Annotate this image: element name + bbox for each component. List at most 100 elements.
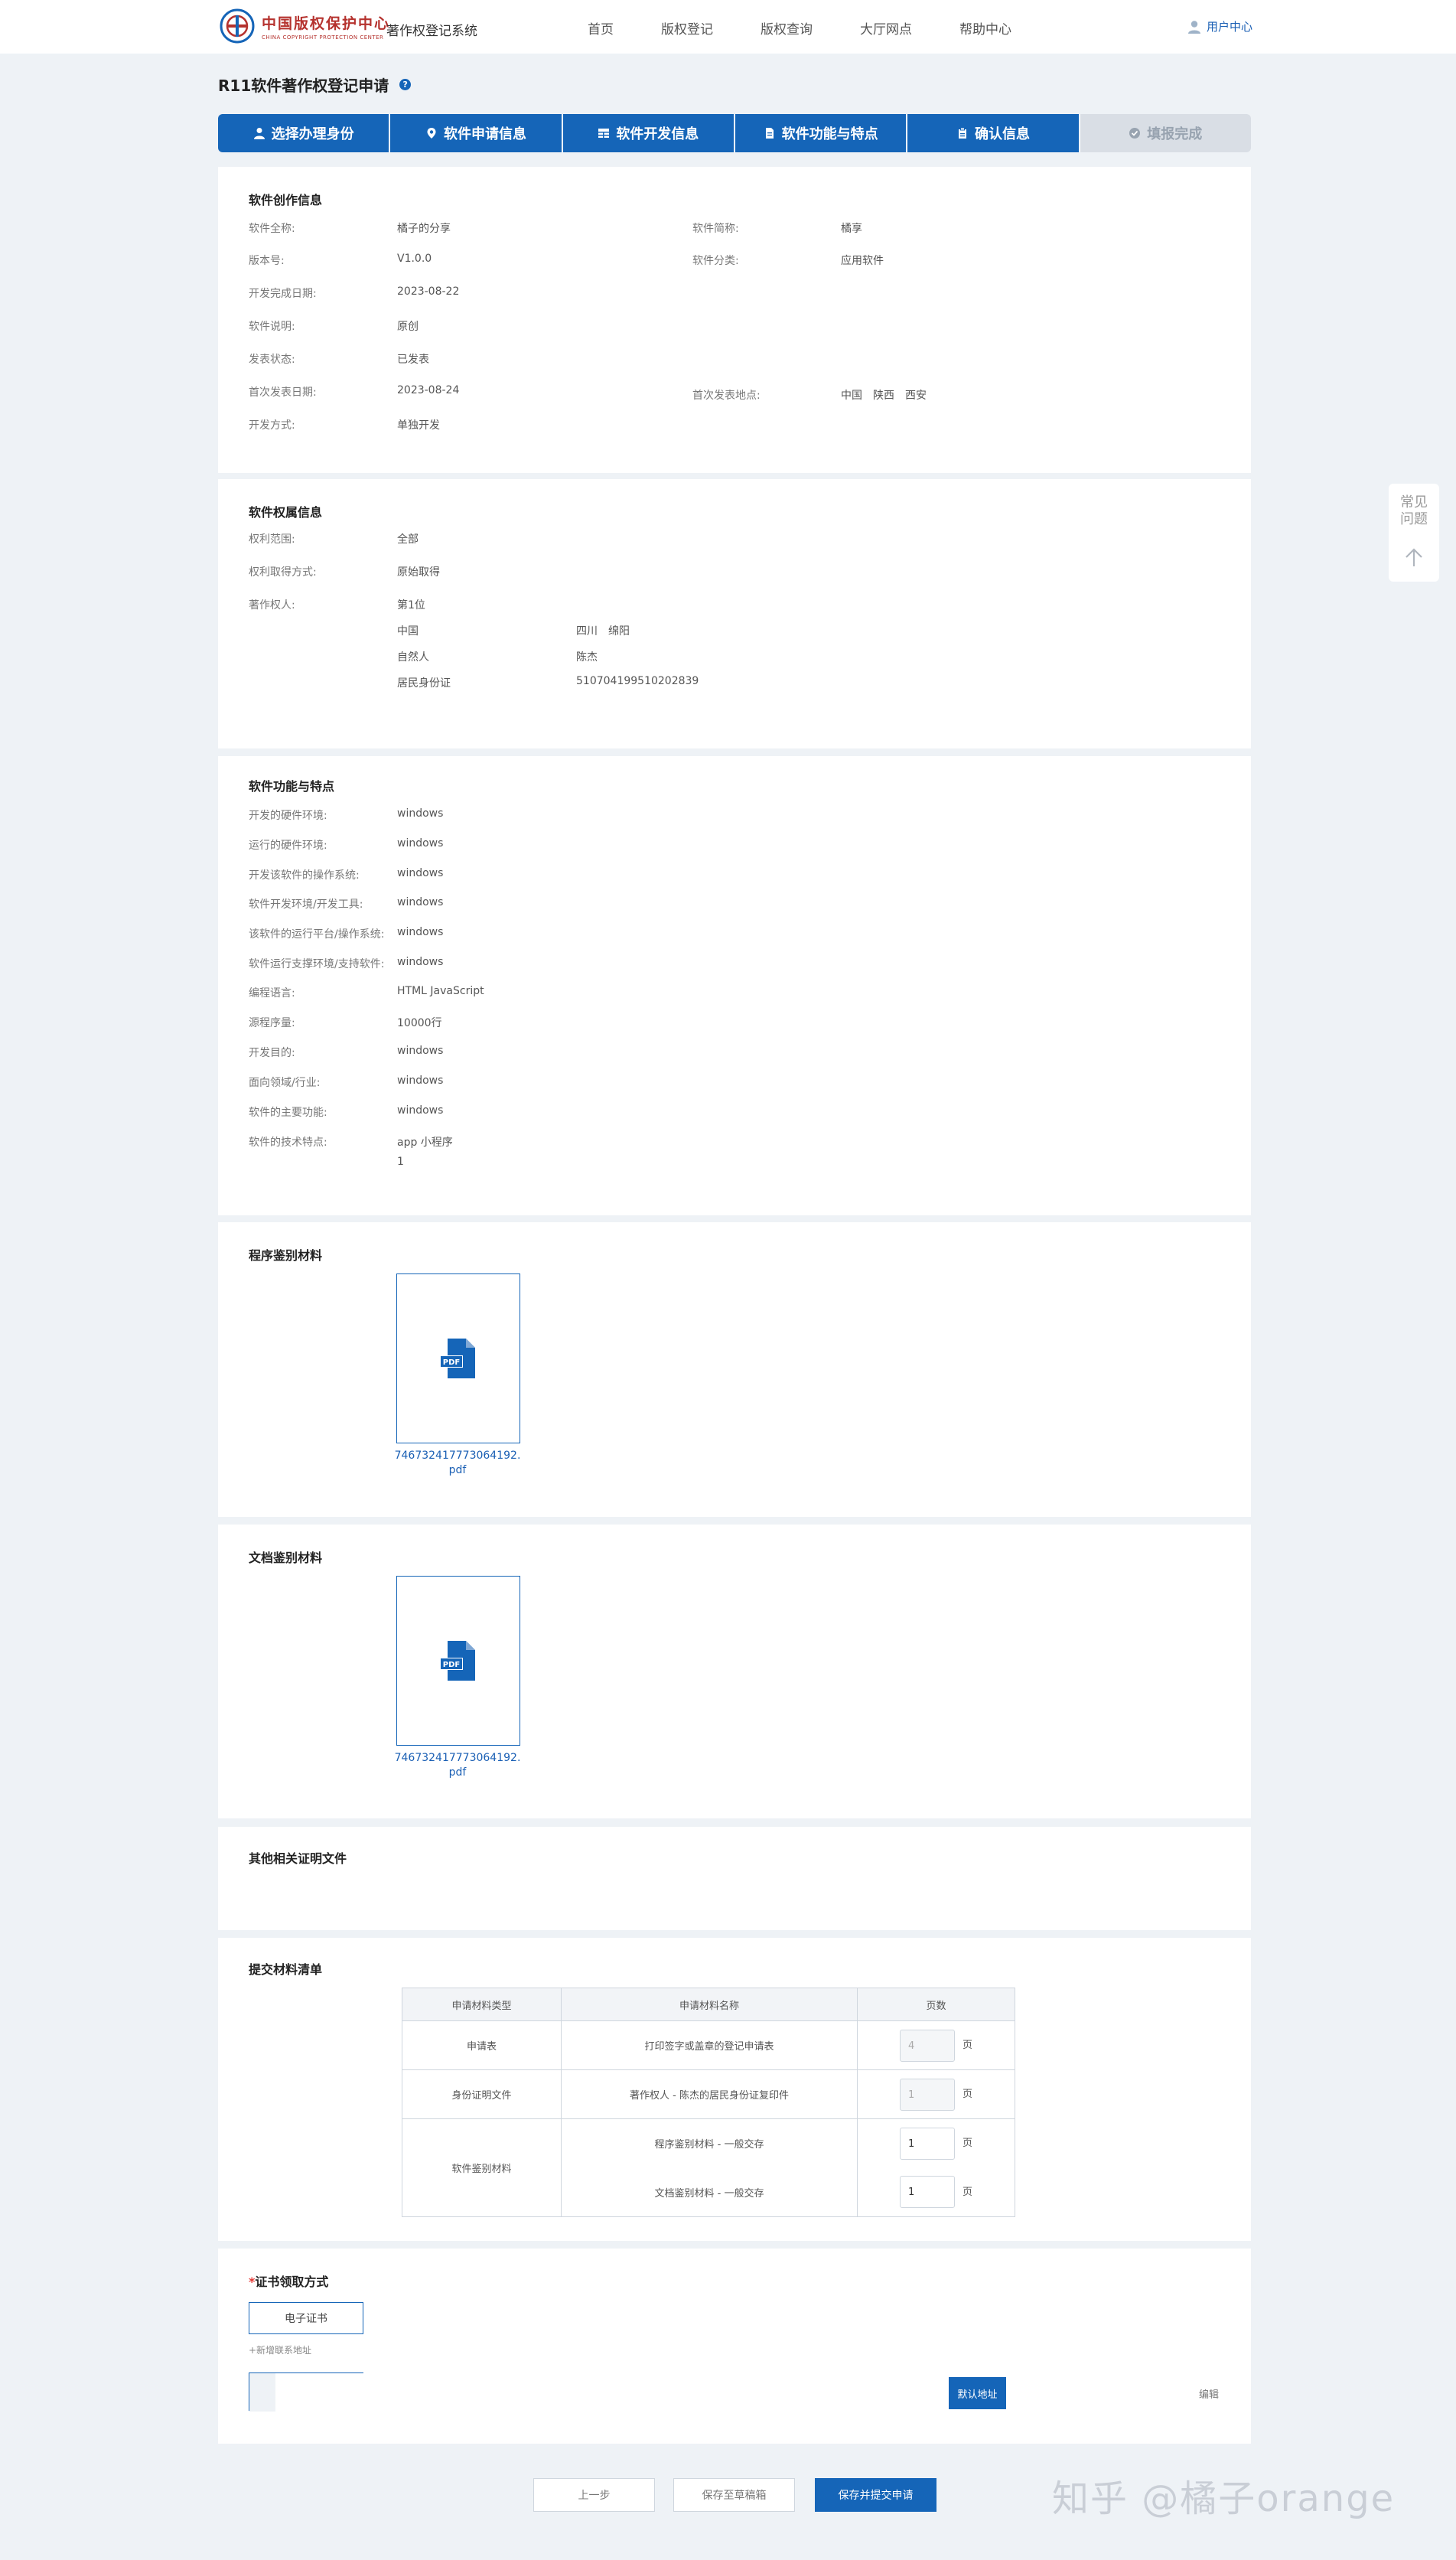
material-pages-cell: 1页 <box>857 2167 1015 2217</box>
pages-unit: 页 <box>963 2040 973 2051</box>
material-name: 程序鉴别材料 - 一般交存 <box>561 2118 858 2168</box>
program-file-name[interactable]: 746732417773064192.pdf <box>393 1449 523 1478</box>
help-icon[interactable]: ? <box>399 79 412 90</box>
material-name: 著作权人 - 陈杰的居民身份证复印件 <box>561 2069 858 2119</box>
feature-value: app 小程序 <box>397 1137 453 1149</box>
nav-help[interactable]: 帮助中心 <box>959 18 1011 38</box>
pdf-badge-text: PDF <box>443 1358 460 1367</box>
nav-home[interactable]: 首页 <box>588 18 614 38</box>
main-nav: 首页 版权登记 版权查询 大厅网点 帮助中心 <box>588 18 1059 38</box>
pages-unit: 页 <box>963 2138 973 2150</box>
material-type: 申请表 <box>402 2020 562 2070</box>
owner-name: 陈杰 <box>576 651 598 664</box>
rights-scope-label: 权利范围: <box>249 533 295 546</box>
material-pages-cell: 4页 <box>857 2020 1015 2070</box>
feature-label: 开发目的: <box>249 1047 295 1059</box>
pages-input[interactable]: 1 <box>900 2127 955 2160</box>
owner-id-number: 510704199510202839 <box>576 675 699 687</box>
step-label: 确认信息 <box>974 126 1030 142</box>
electronic-certificate-option[interactable]: 电子证书 <box>249 2302 363 2334</box>
feature-value: windows <box>397 1045 444 1057</box>
nav-register[interactable]: 版权登记 <box>661 18 713 38</box>
first-publish-date-label: 首次发表日期: <box>249 386 317 399</box>
save-submit-button[interactable]: 保存并提交申请 <box>815 2478 936 2512</box>
software-creation-card: 软件创作信息 软件全称: 橘子的分享 软件简称: 橘享 版本号: V1.0.0 … <box>218 167 1251 473</box>
dev-method-value: 单独开发 <box>397 419 440 432</box>
location-icon <box>427 128 436 139</box>
version-value: V1.0.0 <box>397 253 432 265</box>
edit-address-link[interactable]: 编辑 <box>1199 2386 1219 2401</box>
owner-index: 第1位 <box>397 599 425 611</box>
save-draft-button[interactable]: 保存至草稿箱 <box>673 2478 795 2512</box>
prev-step-button[interactable]: 上一步 <box>533 2478 655 2512</box>
step-label: 软件功能与特点 <box>781 126 878 142</box>
check-circle-icon <box>1129 128 1141 139</box>
rights-acquire-value: 原始取得 <box>397 566 440 579</box>
feature-value: HTML JavaScript <box>397 985 484 997</box>
material-type: 身份证明文件 <box>402 2069 562 2119</box>
table-row: 软件鉴别材料 程序鉴别材料 - 一般交存 1页 <box>402 2118 1015 2217</box>
feature-value: 10000行 <box>397 1017 442 1029</box>
table-header: 申请材料名称 <box>561 1988 858 2021</box>
program-material-card: 程序鉴别材料 PDF 746732417773064192.pdf <box>218 1222 1251 1517</box>
software-features-card: 软件功能与特点 开发的硬件环境: windows 运行的硬件环境: window… <box>218 756 1251 1215</box>
other-docs-card: 其他相关证明文件 <box>218 1827 1251 1930</box>
feature-label: 软件开发环境/开发工具: <box>249 898 363 911</box>
table-row: 申请表 打印签字或盖章的登记申请表 4页 <box>402 2020 1015 2070</box>
step-select-identity[interactable]: 选择办理身份 <box>218 114 389 152</box>
section-title: 软件创作信息 <box>249 193 323 207</box>
step-software-development[interactable]: 软件开发信息 <box>561 114 734 152</box>
clipboard-icon <box>958 127 966 139</box>
feature-value: windows <box>397 896 444 908</box>
user-center-label: 用户中心 <box>1206 20 1252 34</box>
feature-extra-value: 1 <box>397 1156 404 1168</box>
default-address-badge[interactable]: 默认地址 <box>949 2377 1006 2409</box>
user-center-link[interactable]: 用户中心 <box>1187 18 1252 34</box>
step-label: 软件申请信息 <box>443 126 526 142</box>
program-file-thumbnail[interactable]: PDF <box>396 1273 520 1443</box>
document-file-name[interactable]: 746732417773064192.pdf <box>393 1751 523 1780</box>
back-to-top-icon[interactable] <box>1403 546 1425 568</box>
logo-emblem-icon <box>220 8 255 44</box>
category-label: 软件分类: <box>692 255 739 267</box>
step-complete[interactable]: 填报完成 <box>1078 114 1251 152</box>
nav-query[interactable]: 版权查询 <box>761 18 813 38</box>
owner-label: 著作权人: <box>249 599 295 611</box>
table-header: 申请材料类型 <box>402 1988 562 2021</box>
site-logo[interactable]: 中国版权保护中心 CHINA COPYRIGHT PROTECTION CENT… <box>217 8 390 44</box>
description-label: 软件说明: <box>249 321 295 333</box>
step-software-application[interactable]: 软件申请信息 <box>389 114 562 152</box>
pages-input[interactable]: 1 <box>900 2176 955 2209</box>
nav-service-hall[interactable]: 大厅网点 <box>860 18 912 38</box>
description-value: 原创 <box>397 321 419 333</box>
add-address-link[interactable]: +新增联系地址 <box>249 2343 311 2356</box>
section-title: 文档鉴别材料 <box>249 1551 323 1565</box>
feature-label: 开发的硬件环境: <box>249 810 327 822</box>
address-card[interactable] <box>249 2372 363 2412</box>
step-label: 软件开发信息 <box>616 126 699 142</box>
document-file-thumbnail[interactable]: PDF <box>396 1576 520 1746</box>
owner-region: 四川 绵阳 <box>576 625 630 638</box>
step-software-features[interactable]: 软件功能与特点 <box>733 114 907 152</box>
pages-unit: 页 <box>963 2186 973 2198</box>
logo-english: CHINA COPYRIGHT PROTECTION CENTER <box>262 34 384 41</box>
section-title: 其他相关证明文件 <box>249 1851 347 1866</box>
step-confirm[interactable]: 确认信息 <box>906 114 1079 152</box>
table-header: 页数 <box>857 1988 1015 2021</box>
full-name-value: 橘子的分享 <box>397 223 451 235</box>
feature-value: windows <box>397 807 444 820</box>
short-name-label: 软件简称: <box>692 223 739 235</box>
material-type: 软件鉴别材料 <box>402 2118 562 2217</box>
side-float-panel: 常见问题 <box>1389 484 1439 582</box>
faq-label: 常见问题 <box>1400 494 1428 527</box>
section-title: 程序鉴别材料 <box>249 1248 323 1263</box>
feature-label: 该软件的运行平台/操作系统: <box>249 928 385 941</box>
publish-status-label: 发表状态: <box>249 354 295 366</box>
address-card-edge <box>249 2373 275 2412</box>
pages-unit: 页 <box>963 2089 973 2100</box>
short-name-value: 橘享 <box>841 223 862 235</box>
faq-button[interactable]: 常见问题 <box>1389 494 1439 528</box>
top-header: 中国版权保护中心 CHINA COPYRIGHT PROTECTION CENT… <box>0 0 1456 54</box>
watermark: 知乎 @橘子orange <box>1052 2477 1396 2520</box>
category-value: 应用软件 <box>841 255 884 267</box>
